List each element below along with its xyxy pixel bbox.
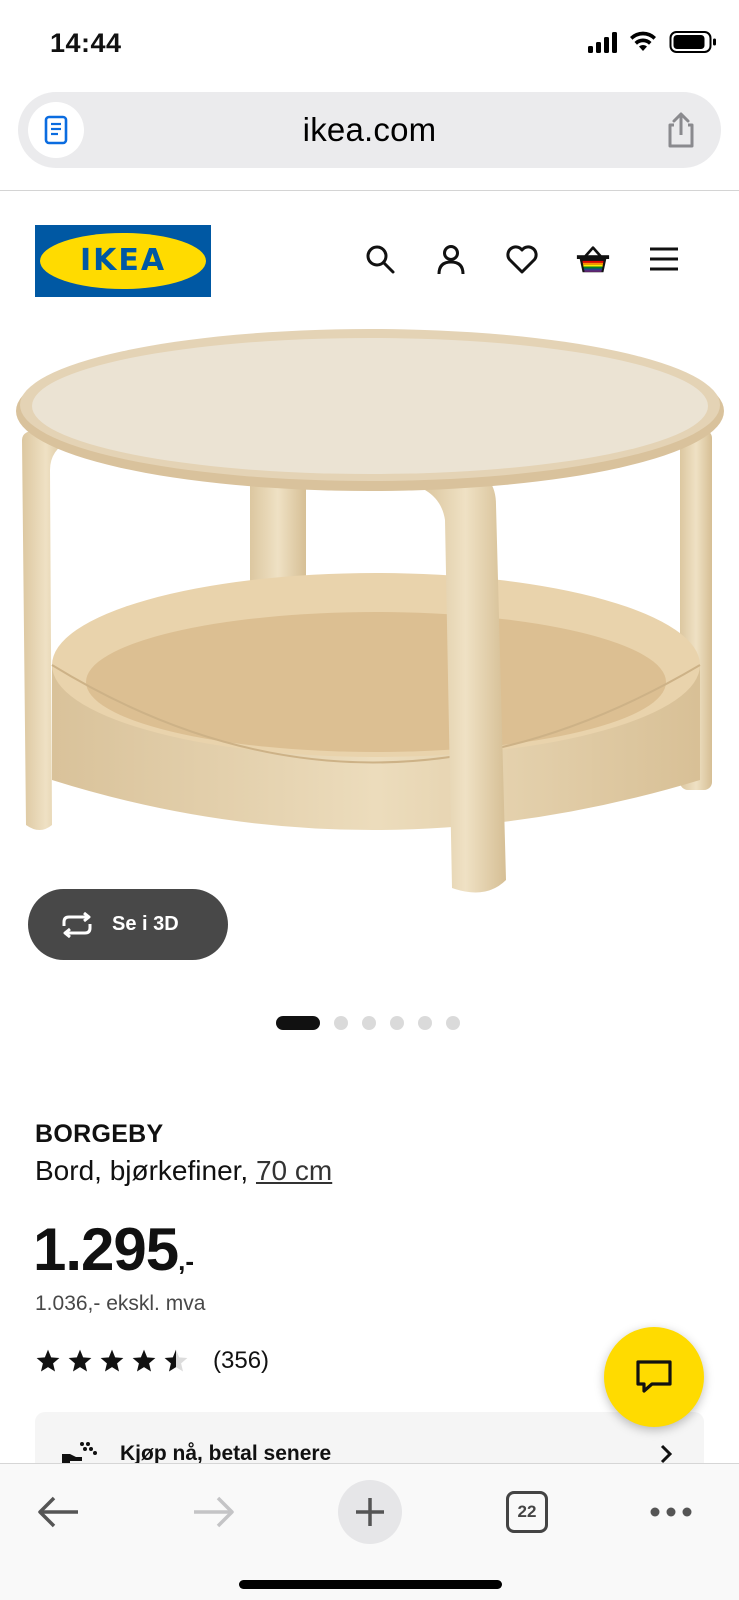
product-description: Bord, bjørkefiner, 70 cm [35, 1155, 332, 1187]
reader-button[interactable] [28, 102, 84, 158]
star-full-icon [100, 1349, 124, 1372]
gallery-dot[interactable] [362, 1016, 376, 1030]
star-full-icon [68, 1349, 92, 1372]
wifi-icon [630, 31, 656, 51]
gallery-pagination [276, 1016, 460, 1030]
divider [0, 190, 739, 191]
menu-icon [650, 247, 678, 271]
more-button[interactable] [646, 1480, 696, 1544]
tabs-icon: 22 [506, 1491, 548, 1533]
battery-icon [669, 31, 716, 53]
forward-button[interactable] [186, 1480, 242, 1544]
price-excl-vat: 1.036,- ekskl. mva [35, 1292, 206, 1315]
back-button[interactable] [30, 1480, 86, 1544]
cart-button[interactable] [575, 241, 611, 277]
address-bar[interactable]: ikea.com [18, 92, 721, 168]
gallery-dot[interactable] [418, 1016, 432, 1030]
new-tab-plus-icon [356, 1498, 384, 1526]
back-arrow-icon [38, 1496, 78, 1528]
reader-page-icon [44, 115, 68, 145]
ikea-logo[interactable]: IKEA [35, 225, 211, 297]
logo-text: IKEA [79, 243, 167, 278]
share-icon[interactable] [661, 110, 701, 150]
star-full-icon [132, 1349, 156, 1372]
rating-count[interactable]: (356) [213, 1347, 269, 1375]
star-half-icon [164, 1349, 188, 1372]
search-button[interactable] [362, 241, 398, 277]
gallery-dot-active[interactable] [276, 1016, 320, 1030]
menu-button[interactable] [646, 241, 682, 277]
tabs-button[interactable]: 22 [502, 1480, 552, 1544]
url-text[interactable]: ikea.com [18, 92, 721, 168]
chat-button[interactable] [604, 1327, 704, 1427]
gallery-dot[interactable] [390, 1016, 404, 1030]
price-suffix: ,- [178, 1246, 195, 1276]
rotate-3d-icon [62, 911, 92, 938]
wishlist-button[interactable] [504, 241, 540, 277]
size-link[interactable]: 70 cm [256, 1155, 332, 1186]
more-icon [650, 1507, 692, 1517]
rating[interactable]: (356) [35, 1347, 269, 1375]
status-icons [588, 30, 717, 54]
header-icons [362, 241, 682, 277]
home-indicator [239, 1580, 502, 1589]
chat-bubble-icon [636, 1360, 672, 1393]
product-name: BORGEBY [35, 1120, 164, 1148]
star-full-icon [36, 1349, 60, 1372]
status-bar: 14:44 [0, 0, 739, 88]
price-main: 1.295 [33, 1216, 179, 1283]
account-icon [437, 245, 465, 275]
see-in-3d-label: Se i 3D [112, 913, 179, 935]
gallery-dot[interactable] [446, 1016, 460, 1030]
new-tab-button[interactable] [338, 1480, 402, 1544]
product-image[interactable] [0, 320, 739, 910]
see-in-3d-button[interactable]: Se i 3D [28, 889, 228, 960]
product-price: 1.295,- [33, 1215, 194, 1284]
product-description-text: Bord, bjørkefiner, [35, 1155, 256, 1186]
account-button[interactable] [433, 241, 469, 277]
search-icon [366, 245, 395, 274]
cart-basket-icon [576, 246, 610, 273]
gallery-dot[interactable] [334, 1016, 348, 1030]
status-time: 14:44 [50, 28, 122, 58]
forward-arrow-icon [194, 1496, 234, 1528]
wishlist-heart-icon [506, 245, 538, 274]
cellular-signal-icon [588, 31, 617, 53]
